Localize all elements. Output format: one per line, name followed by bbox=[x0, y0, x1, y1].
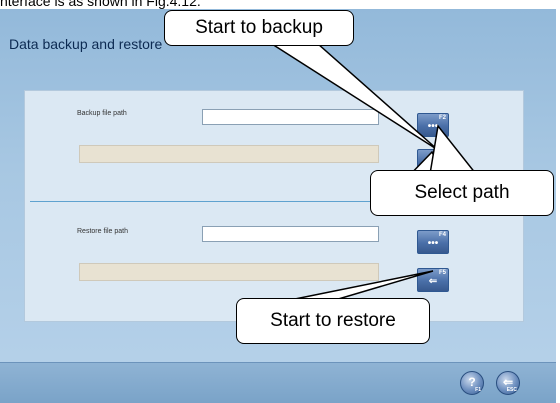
ellipsis-icon: ••• bbox=[427, 121, 439, 132]
restore-path-field[interactable] bbox=[202, 226, 379, 245]
select-backup-path-button[interactable]: ••• F2 bbox=[417, 113, 449, 137]
f2-key-label: F2 bbox=[438, 115, 446, 121]
help-button[interactable]: ? F1 bbox=[460, 371, 484, 395]
window-title: Data backup and restore bbox=[9, 36, 163, 52]
f4-key-label: F4 bbox=[438, 232, 446, 238]
esc-key-label: ESC bbox=[506, 387, 517, 393]
start-restore-callout: Start to restore bbox=[236, 298, 430, 344]
exit-button[interactable]: ⇐ ESC bbox=[496, 371, 520, 395]
arrow-icon: ⇐ bbox=[428, 276, 438, 287]
backup-status-bar bbox=[79, 145, 379, 163]
select-restore-path-button[interactable]: ••• F4 bbox=[417, 230, 449, 254]
backup-path-field[interactable] bbox=[202, 109, 379, 128]
f1-key-label: F1 bbox=[475, 387, 481, 393]
footer-bar: ? F1 ⇐ ESC bbox=[0, 362, 556, 403]
start-backup-callout: Start to backup bbox=[164, 10, 354, 46]
select-path-callout: Select path bbox=[370, 170, 554, 216]
start-restore-button[interactable]: ⇐ F5 bbox=[417, 268, 449, 292]
f5-key-label: F5 bbox=[438, 270, 446, 276]
ellipsis-icon: ••• bbox=[427, 238, 439, 249]
document-caption-fragment: nterface is as shown in Fig.4.12. bbox=[0, 0, 201, 9]
backup-path-input[interactable] bbox=[203, 113, 378, 128]
restore-path-input[interactable] bbox=[203, 230, 378, 245]
arrow-icon: ⇐ bbox=[428, 157, 438, 168]
restore-path-label: Restore file path bbox=[77, 228, 128, 235]
restore-status-bar bbox=[79, 263, 379, 281]
backup-path-label: Backup file path bbox=[77, 110, 127, 117]
f3-key-label: F3 bbox=[438, 151, 446, 157]
